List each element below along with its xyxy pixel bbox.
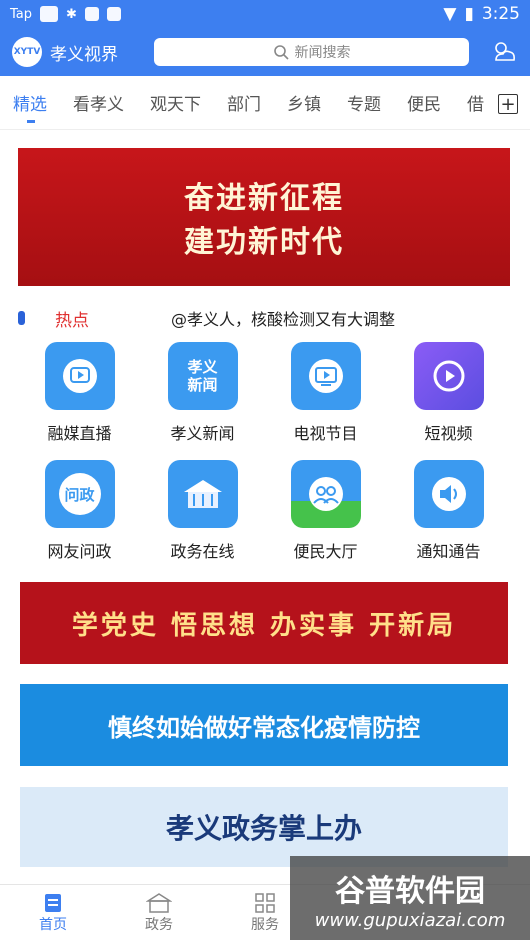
news-icon-text: 孝义新闻 bbox=[187, 358, 218, 394]
grid-item-news[interactable]: 孝义新闻 孝义新闻 bbox=[141, 342, 264, 460]
feature-grid: 融媒直播 孝义新闻 孝义新闻 电视节目 短视频 问政 网友问政 政务在线 便民大… bbox=[18, 342, 510, 578]
short-video-icon bbox=[413, 342, 484, 410]
add-tab-button[interactable]: + bbox=[498, 94, 518, 115]
app-title: 孝义视界 bbox=[50, 44, 118, 65]
grid-label: 电视节目 bbox=[293, 424, 358, 443]
tab-departments[interactable]: 部门 bbox=[227, 90, 261, 115]
hot-indicator bbox=[18, 311, 25, 325]
grid-label: 通知通告 bbox=[416, 542, 481, 561]
search-icon bbox=[273, 45, 289, 60]
tab-topics[interactable]: 专题 bbox=[347, 90, 381, 115]
sync-icon: ✱ bbox=[66, 6, 77, 22]
watermark-url: www.gupuxiazai.com bbox=[314, 909, 506, 931]
speaker-icon bbox=[413, 460, 484, 528]
gov-building-icon bbox=[167, 460, 238, 528]
grid-label: 孝义新闻 bbox=[170, 424, 235, 443]
message-icon bbox=[84, 7, 99, 21]
tab-towns[interactable]: 乡镇 bbox=[287, 90, 321, 115]
grid-item-short-video[interactable]: 短视频 bbox=[387, 342, 510, 460]
party-history-text: 学党史 悟思想 办实事 开新局 bbox=[71, 610, 457, 641]
search-box[interactable]: 新闻搜索 bbox=[154, 38, 469, 66]
inquiry-icon: 问政 bbox=[44, 460, 115, 528]
grid-item-service-hall[interactable]: 便民大厅 bbox=[264, 460, 387, 578]
nav-gov-label: 政务 bbox=[145, 916, 173, 933]
search-placeholder: 新闻搜索 bbox=[294, 45, 351, 61]
app-a-icon bbox=[106, 7, 121, 21]
nav-gov[interactable]: 政务 bbox=[106, 885, 212, 940]
banner-line2: 建功新时代 bbox=[184, 225, 344, 260]
hero-banner[interactable]: 奋进新征程 建功新时代 bbox=[18, 148, 510, 286]
battery-icon: ▮ bbox=[464, 4, 474, 24]
tv-icon bbox=[290, 342, 361, 410]
grid-item-live[interactable]: 融媒直播 bbox=[18, 342, 141, 460]
site-watermark: 谷普软件园 www.gupuxiazai.com bbox=[290, 856, 530, 940]
grid-icon bbox=[255, 892, 275, 913]
notification-icon bbox=[40, 6, 59, 22]
carrier-label: Tap bbox=[10, 6, 33, 22]
live-icon bbox=[44, 342, 115, 410]
tab-local[interactable]: 看孝义 bbox=[73, 90, 124, 115]
epidemic-banner[interactable]: 慎终如始做好常态化疫情防控 bbox=[20, 684, 508, 766]
news-icon: 孝义新闻 bbox=[167, 342, 238, 410]
mobile-gov-banner[interactable]: 孝义政务掌上办 bbox=[20, 787, 508, 867]
grid-label: 政务在线 bbox=[170, 542, 235, 561]
grid-item-inquiry[interactable]: 问政 网友问政 bbox=[18, 460, 141, 578]
people-icon bbox=[290, 460, 361, 528]
clock: 3:25 bbox=[481, 4, 520, 24]
tab-featured[interactable]: 精选 bbox=[13, 90, 47, 123]
tab-more[interactable]: 借 bbox=[467, 90, 484, 115]
nav-home[interactable]: 首页 bbox=[0, 885, 106, 940]
app-header: XYTV 孝义视界 新闻搜索 bbox=[0, 28, 530, 76]
nav-service-label: 服务 bbox=[251, 916, 279, 933]
grid-label: 短视频 bbox=[424, 424, 473, 443]
wifi-icon: ▼ bbox=[443, 4, 457, 24]
epidemic-text: 慎终如始做好常态化疫情防控 bbox=[108, 713, 420, 742]
home-icon bbox=[45, 893, 61, 912]
hot-headline[interactable]: @孝义人，核酸检测又有大调整 bbox=[171, 306, 395, 330]
tab-convenience[interactable]: 便民 bbox=[407, 90, 441, 115]
party-history-banner[interactable]: 学党史 悟思想 办实事 开新局 bbox=[20, 582, 508, 664]
weather-icon[interactable] bbox=[490, 38, 518, 66]
grid-item-notices[interactable]: 通知通告 bbox=[387, 460, 510, 578]
category-tabs: 精选 看孝义 观天下 部门 乡镇 专题 便民 借 + bbox=[0, 76, 530, 130]
banner-line1: 奋进新征程 bbox=[184, 181, 344, 216]
grid-item-gov-online[interactable]: 政务在线 bbox=[141, 460, 264, 578]
inquiry-icon-text: 问政 bbox=[58, 473, 101, 515]
grid-label: 融媒直播 bbox=[47, 424, 112, 443]
grid-item-tv[interactable]: 电视节目 bbox=[264, 342, 387, 460]
gov-icon bbox=[146, 892, 172, 913]
status-bar: Tap ✱ ▼ ▮ 3:25 bbox=[0, 0, 530, 28]
nav-home-label: 首页 bbox=[39, 916, 67, 933]
tab-world[interactable]: 观天下 bbox=[150, 90, 201, 115]
mobile-gov-text: 孝义政务掌上办 bbox=[165, 812, 362, 845]
hot-label: 热点 bbox=[55, 310, 89, 331]
watermark-title: 谷普软件园 bbox=[335, 873, 485, 909]
logo-text: XYTV bbox=[13, 47, 41, 57]
grid-label: 网友问政 bbox=[47, 542, 112, 561]
grid-label: 便民大厅 bbox=[293, 542, 358, 561]
hot-news-ticker[interactable]: 热点 @孝义人，核酸检测又有大调整 bbox=[18, 304, 510, 332]
app-logo: XYTV bbox=[12, 37, 42, 67]
